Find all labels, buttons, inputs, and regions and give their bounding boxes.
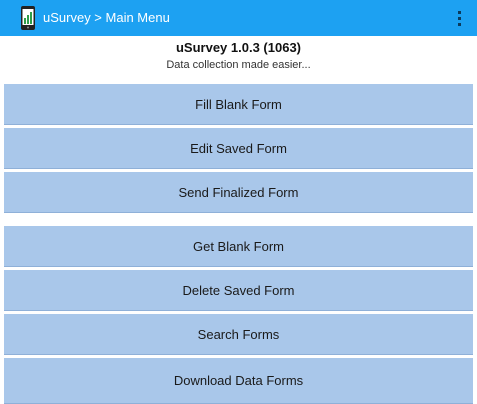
get-blank-form-button[interactable]: Get Blank Form [4, 226, 473, 267]
delete-saved-form-button[interactable]: Delete Saved Form [4, 270, 473, 311]
app-bar: uSurvey > Main Menu [0, 0, 477, 36]
send-finalized-form-button[interactable]: Send Finalized Form [4, 172, 473, 213]
app-version: uSurvey 1.0.3 (1063) [175, 40, 302, 55]
app-title: uSurvey > Main Menu [43, 10, 170, 25]
overflow-menu-icon[interactable] [450, 8, 468, 28]
fill-blank-form-button[interactable]: Fill Blank Form [4, 84, 473, 125]
phone-bar-chart-icon[interactable] [20, 5, 36, 31]
search-forms-button[interactable]: Search Forms [4, 314, 473, 355]
edit-saved-form-button[interactable]: Edit Saved Form [4, 128, 473, 169]
app-header: uSurvey 1.0.3 (1063) Data collection mad… [0, 36, 477, 80]
download-data-forms-button[interactable]: Download Data Forms [4, 358, 473, 404]
app-tagline: Data collection made easier... [166, 59, 311, 71]
